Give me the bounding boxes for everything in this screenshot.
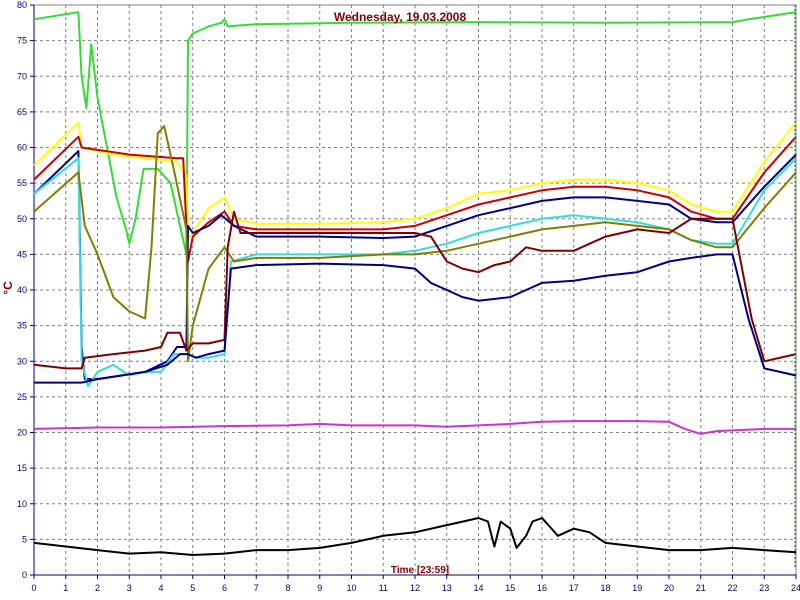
x-tick-label: 9 [317,583,322,593]
chart-container: 0 1 2 3 4 5 6 7 8 9 10 11 12 13 14 15 16 17 18 19 20 21 22 23 24… [0,0,800,600]
y-tick-label: 30 [17,356,27,366]
x-tick-labels: 0 1 2 3 4 5 6 7 8 9 10 11 12 13 14 15 16 17 18 19 20 21 22 23 24 [31,575,800,593]
chart-title: Wednesday, 19.03.2008 [334,10,467,24]
x-tick-label: 4 [158,583,163,593]
x-tick-label: 24 [791,583,800,593]
y-tick-label: 65 [17,107,27,117]
x-tick-label: 19 [632,583,642,593]
x-tick-label: 2 [95,583,100,593]
x-tick-label: 10 [346,583,356,593]
x-tick-label: 17 [569,583,579,593]
y-tick-label: 10 [17,499,27,509]
y-tick-label: 15 [17,463,27,473]
x-tick-label: 13 [442,583,452,593]
y-tick-label: 55 [17,178,27,188]
x-tick-label: 16 [537,583,547,593]
x-tick-label: 21 [696,583,706,593]
x-tick-label: 6 [222,583,227,593]
y-tick-label: 50 [17,214,27,224]
x-tick-label: 1 [63,583,68,593]
x-tick-label: 11 [379,583,388,593]
x-tick-label: 15 [505,583,515,593]
y-tick-label: 20 [17,428,27,438]
y-tick-label: 80 [17,0,27,10]
y-tick-labels: 0 5 10 15 20 25 30 35 40 45 50 55 60 65 70 75 80 [17,0,34,580]
y-tick-label: 5 [22,534,27,544]
x-axis-label: Time [23:59] [391,565,449,576]
y-tick-label: 0 [22,570,27,580]
y-tick-label: 60 [17,143,27,153]
x-tick-label: 0 [31,583,36,593]
x-tick-label: 12 [410,583,420,593]
y-tick-label: 40 [17,285,27,295]
y-tick-label: 25 [17,392,27,402]
y-tick-label: 70 [17,71,27,81]
x-tick-label: 8 [285,583,290,593]
x-tick-label: 7 [254,583,259,593]
x-tick-label: 18 [600,583,610,593]
x-tick-label: 22 [727,583,737,593]
x-tick-label: 3 [127,583,132,593]
x-tick-label: 5 [190,583,195,593]
x-tick-label: 23 [759,583,769,593]
y-axis-label: °C [1,281,15,295]
y-tick-label: 45 [17,249,27,259]
x-tick-label: 20 [664,583,674,593]
x-tick-label: 14 [473,583,483,593]
y-tick-label: 75 [17,36,27,46]
line-chart: 0 1 2 3 4 5 6 7 8 9 10 11 12 13 14 15 16 17 18 19 20 21 22 23 24… [1,0,800,593]
y-tick-label: 35 [17,321,27,331]
